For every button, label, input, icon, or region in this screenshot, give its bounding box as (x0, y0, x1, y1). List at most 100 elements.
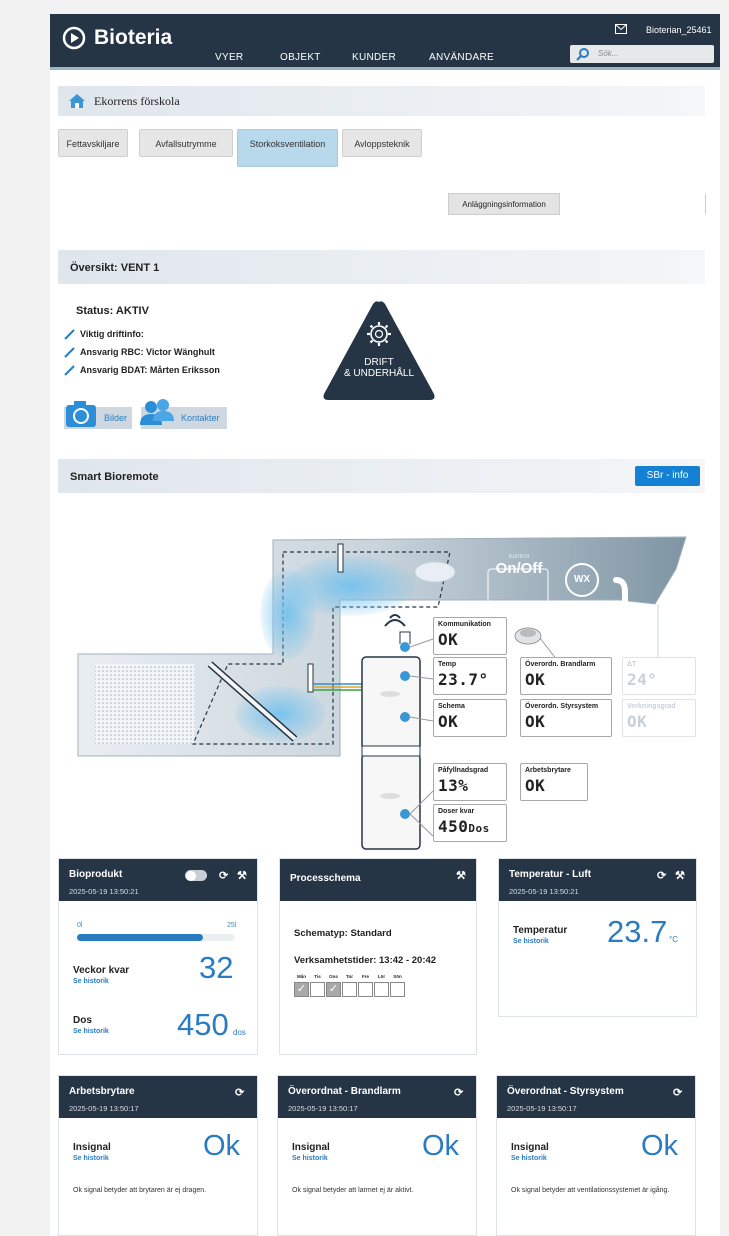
nav-anvandare[interactable]: ANVÄNDARE (429, 52, 494, 63)
brand-name: Bioteria (94, 26, 173, 49)
card-date: 2025-05-19 13:50:17 (288, 1104, 358, 1113)
refresh-icon[interactable]: ⟳ (454, 1086, 463, 1099)
status-label: Verkningsgrad (627, 703, 676, 710)
on-off-control[interactable]: Kontroll On/Off (490, 554, 548, 586)
triangle-icon (323, 301, 435, 400)
weekday-label: Mån (297, 974, 306, 979)
status-value: OK (525, 712, 546, 731)
tab-avfallsutrymme[interactable]: Avfallsutrymme (139, 129, 233, 157)
sbr-info-button[interactable]: SBr - info (635, 466, 700, 486)
wrench-icon[interactable]: ⚒ (675, 869, 685, 882)
wrench-icon[interactable]: ⚒ (456, 869, 466, 882)
camera-icon (66, 401, 96, 427)
weekday-checkbox[interactable] (374, 982, 389, 997)
anlaggningsinformation-button[interactable]: Anläggningsinformation (448, 193, 560, 215)
tab-fettavskiljare[interactable]: Fettavskiljare (58, 129, 128, 157)
bar-max-label: 25l (227, 922, 237, 929)
status-verkningsgrad: Verkningsgrad OK (622, 699, 696, 737)
search-input[interactable]: Sök... (570, 45, 714, 63)
doser-value: 450 (438, 817, 469, 836)
insignal-value: Ok (203, 1130, 241, 1162)
status-label: Kommunikation (438, 621, 491, 628)
card-header: Arbetsbrytare 2025-05-19 13:50:17 ⟳ (59, 1076, 257, 1118)
se-historik-link[interactable]: Se historik (73, 1155, 109, 1162)
weekday-checkbox[interactable]: ✓ (326, 982, 341, 997)
se-historik-link[interactable]: Se historik (511, 1155, 547, 1162)
weekday-3: Tor (342, 974, 357, 997)
status-label: Påfyllnadsgrad (438, 767, 489, 774)
signal-note: Ok signal betyder att brytaren är ej dra… (73, 1187, 207, 1194)
card-styrsystem: Överordnat - Styrsystem 2025-05-19 13:50… (496, 1075, 696, 1236)
card-header: Processchema ⚒ (280, 859, 476, 901)
status-label: Schema (438, 703, 465, 710)
dos-value: 450 (177, 1007, 229, 1042)
weekday-2: Ons ✓ (326, 974, 341, 997)
status-value: 450Dos (438, 817, 502, 836)
se-historik-link[interactable]: Se historik (73, 978, 109, 985)
bilder-label: Bilder (104, 413, 128, 423)
temperatur-unit: °C (669, 935, 678, 944)
wx-label: WX (573, 574, 591, 585)
kontakter-button[interactable]: Kontakter (140, 399, 227, 429)
status-styrsystem: Överordn. Styrsystem OK (520, 699, 612, 737)
refresh-icon[interactable]: ⟳ (235, 1086, 244, 1099)
refresh-icon[interactable]: ⟳ (673, 1086, 682, 1099)
tab-avloppsteknik[interactable]: Avloppsteknik (342, 129, 422, 157)
card-processchema: Processchema ⚒ Schematyp: Standard Verks… (279, 858, 477, 1055)
nav-objekt[interactable]: OBJEKT (280, 52, 321, 63)
se-historik-link[interactable]: Se historik (292, 1155, 328, 1162)
site-name: Ekorrens förskola (94, 93, 180, 108)
signal-note: Ok signal betyder att larmet ej är aktiv… (292, 1187, 414, 1194)
weekday-checkbox[interactable] (310, 982, 325, 997)
status-temp: Temp 23.7° (433, 657, 507, 695)
temperatur-value: 23.7 (607, 914, 668, 949)
drift-underhall-button[interactable]: DRIFT & UNDERHÅLL (320, 298, 438, 404)
card-header: Överordnat - Styrsystem 2025-05-19 13:50… (497, 1076, 695, 1118)
info-line-bdat[interactable]: Ansvarig BDAT: Mårten Eriksson (64, 365, 220, 376)
dos-label: Dos (73, 1015, 92, 1026)
wrench-icon[interactable]: ⚒ (237, 869, 247, 882)
bilder-button[interactable]: Bilder (64, 401, 132, 429)
weekday-0: Mån ✓ (294, 974, 309, 997)
status-value: OK (525, 670, 546, 689)
contacts-icon (140, 399, 174, 425)
weekday-5: Lör (374, 974, 389, 997)
nav-kunder[interactable]: KUNDER (352, 52, 396, 63)
search-icon (576, 48, 589, 61)
bioteria-logo-icon (62, 26, 86, 50)
weekday-checkbox[interactable] (390, 982, 405, 997)
insignal-label: Insignal (73, 1142, 111, 1153)
nav-vyer[interactable]: VYER (215, 52, 243, 63)
weekday-4: Fre (358, 974, 373, 997)
tab-storkoksventilation[interactable]: Storkoksventilation (237, 129, 338, 167)
insignal-value: Ok (641, 1130, 679, 1162)
refresh-icon[interactable]: ⟳ (219, 869, 228, 882)
home-icon[interactable] (68, 93, 86, 109)
fill-progress-value (77, 934, 204, 941)
user-name[interactable]: Bioterian_25461 (646, 25, 712, 35)
weekday-checkbox[interactable] (358, 982, 373, 997)
brand-logo[interactable]: Bioteria (62, 26, 172, 50)
info-line-driftinfo[interactable]: Viktig driftinfo: (64, 329, 144, 340)
se-historik-link[interactable]: Se historik (513, 938, 549, 945)
status-value: OK (525, 776, 546, 795)
weekday-label: Sön (393, 974, 402, 979)
se-historik-link[interactable]: Se historik (73, 1028, 109, 1035)
refresh-icon[interactable]: ⟳ (657, 869, 666, 882)
mail-icon[interactable] (615, 24, 627, 34)
toggle-switch[interactable] (185, 870, 207, 881)
weekday-checkbox[interactable] (342, 982, 357, 997)
weekday-checkbox[interactable]: ✓ (294, 982, 309, 997)
ventilation-diagram (77, 536, 687, 850)
info-line-text: Ansvarig BDAT: Mårten Eriksson (80, 365, 220, 375)
search-placeholder: Sök... (598, 49, 619, 58)
status-value: OK (438, 630, 459, 649)
status-label: ΔT (627, 661, 637, 668)
weekday-label: Fre (361, 974, 369, 979)
card-header: Bioprodukt 2025-05-19 13:50:21 ⟳ ⚒ (59, 859, 257, 901)
card-arbetsbrytare: Arbetsbrytare 2025-05-19 13:50:17 ⟳ Insi… (58, 1075, 258, 1236)
info-line-rbc[interactable]: Ansvarig RBC: Victor Wänghult (64, 347, 215, 358)
card-header: Överordnat - Brandlarm 2025-05-19 13:50:… (278, 1076, 476, 1118)
status-label: Doser kvar (438, 808, 475, 815)
doser-unit: Dos (468, 822, 490, 835)
